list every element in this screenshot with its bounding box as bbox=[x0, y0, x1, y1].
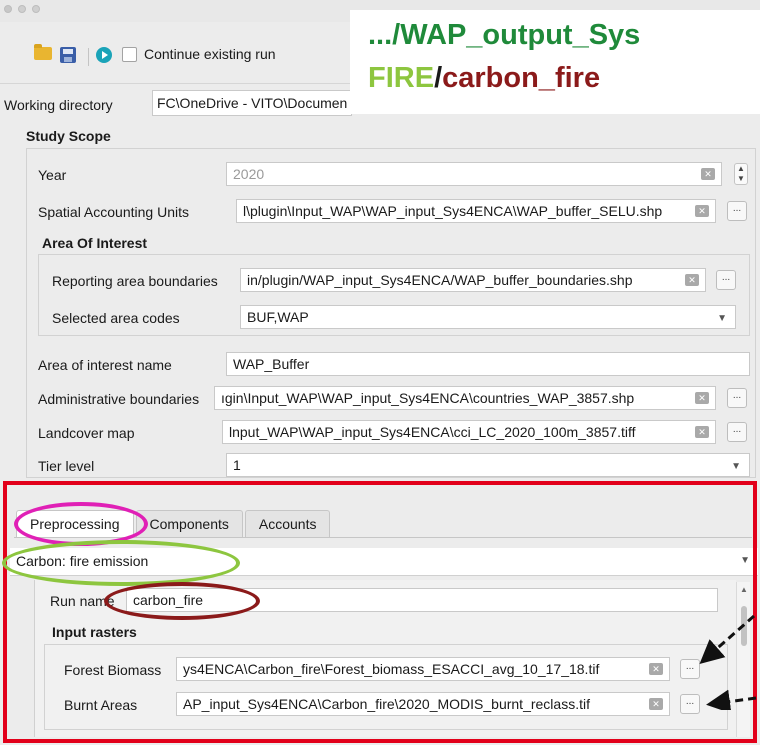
sau-label: Spatial Accounting Units bbox=[38, 204, 189, 220]
close-window-icon[interactable] bbox=[4, 5, 12, 13]
year-label: Year bbox=[38, 167, 67, 183]
continue-run-label: Continue existing run bbox=[144, 46, 276, 62]
year-input[interactable]: 2020 ✕ bbox=[226, 162, 722, 186]
admin-value: ıgin\Input_WAP\WAP_input_Sys4ENCA\countr… bbox=[221, 390, 635, 406]
output-path-fire: FIRE bbox=[368, 62, 435, 94]
tier-label: Tier level bbox=[38, 458, 95, 474]
working-directory-label: Working directory bbox=[4, 97, 113, 113]
landcover-label: Landcover map bbox=[38, 425, 135, 441]
zoom-window-icon[interactable] bbox=[32, 5, 40, 13]
chevron-down-icon: ▼ bbox=[717, 313, 727, 324]
clear-icon[interactable]: ✕ bbox=[695, 205, 709, 217]
working-directory-input[interactable]: FC\OneDrive - VITO\Documen bbox=[152, 90, 352, 116]
year-spinner[interactable]: ▲ ▼ bbox=[734, 163, 748, 185]
landcover-input[interactable]: lnput_WAP\WAP_input_Sys4ENCA\cci_LC_2020… bbox=[222, 420, 716, 444]
open-folder-icon[interactable] bbox=[34, 44, 52, 60]
reporting-value: in/plugin/WAP_input_Sys4ENCA/WAP_buffer_… bbox=[247, 272, 633, 288]
output-path-line2: FIRE/carbon_fire bbox=[368, 57, 760, 100]
mode-highlight bbox=[2, 540, 240, 586]
landcover-value: lnput_WAP\WAP_input_Sys4ENCA\cci_LC_2020… bbox=[229, 424, 636, 440]
admin-label: Administrative boundaries bbox=[38, 391, 200, 407]
run-name-highlight bbox=[104, 582, 260, 620]
output-path-line1: .../WAP_output_Sys bbox=[368, 19, 641, 51]
study-scope-title: Study Scope bbox=[26, 128, 111, 144]
clear-icon[interactable]: ✕ bbox=[695, 426, 709, 438]
output-path-slash: / bbox=[434, 62, 443, 94]
aoi-name-label: Area of interest name bbox=[38, 357, 172, 373]
admin-input[interactable]: ıgin\Input_WAP\WAP_input_Sys4ENCA\countr… bbox=[214, 386, 716, 410]
codes-select[interactable]: BUF,WAP ▼ bbox=[240, 305, 736, 329]
save-icon[interactable] bbox=[60, 47, 76, 63]
toolbar-separator bbox=[88, 48, 89, 66]
minimize-window-icon[interactable] bbox=[18, 5, 26, 13]
tier-select[interactable]: 1 ▼ bbox=[226, 453, 750, 477]
aoi-name-input[interactable]: WAP_Buffer bbox=[226, 352, 750, 376]
aoi-title: Area Of Interest bbox=[42, 235, 148, 251]
continue-run-checkbox[interactable] bbox=[122, 47, 137, 62]
landcover-browse-button[interactable]: ... bbox=[727, 422, 747, 442]
reporting-input[interactable]: in/plugin/WAP_input_Sys4ENCA/WAP_buffer_… bbox=[240, 268, 706, 292]
codes-value: BUF,WAP bbox=[247, 309, 309, 325]
chevron-down-icon: ▼ bbox=[731, 461, 741, 472]
window-controls bbox=[4, 5, 40, 13]
tier-value: 1 bbox=[233, 457, 241, 473]
clear-icon[interactable]: ✕ bbox=[685, 274, 699, 286]
arrow-to-forest-biomass bbox=[699, 614, 755, 664]
reporting-label: Reporting area boundaries bbox=[52, 273, 218, 289]
sau-input[interactable]: l\plugin\Input_WAP\WAP_input_Sys4ENCA\WA… bbox=[236, 199, 716, 223]
arrow-to-burnt-areas bbox=[706, 689, 757, 710]
sau-value: l\plugin\Input_WAP\WAP_input_Sys4ENCA\WA… bbox=[243, 203, 663, 219]
codes-label: Selected area codes bbox=[52, 310, 180, 326]
output-path-carbon: carbon_fire bbox=[442, 62, 601, 94]
output-path-annotation: .../WAP_output_Sys FIRE/carbon_fire bbox=[350, 10, 760, 114]
clear-icon[interactable]: ✕ bbox=[701, 168, 715, 180]
reporting-browse-button[interactable]: ... bbox=[716, 270, 736, 290]
year-value: 2020 bbox=[233, 166, 265, 182]
clear-icon[interactable]: ✕ bbox=[695, 392, 709, 404]
sau-browse-button[interactable]: ... bbox=[727, 201, 747, 221]
admin-browse-button[interactable]: ... bbox=[727, 388, 747, 408]
annotation-arrows bbox=[699, 614, 757, 710]
app-window: Continue existing run Working directory … bbox=[0, 0, 760, 745]
run-icon[interactable] bbox=[96, 47, 112, 63]
